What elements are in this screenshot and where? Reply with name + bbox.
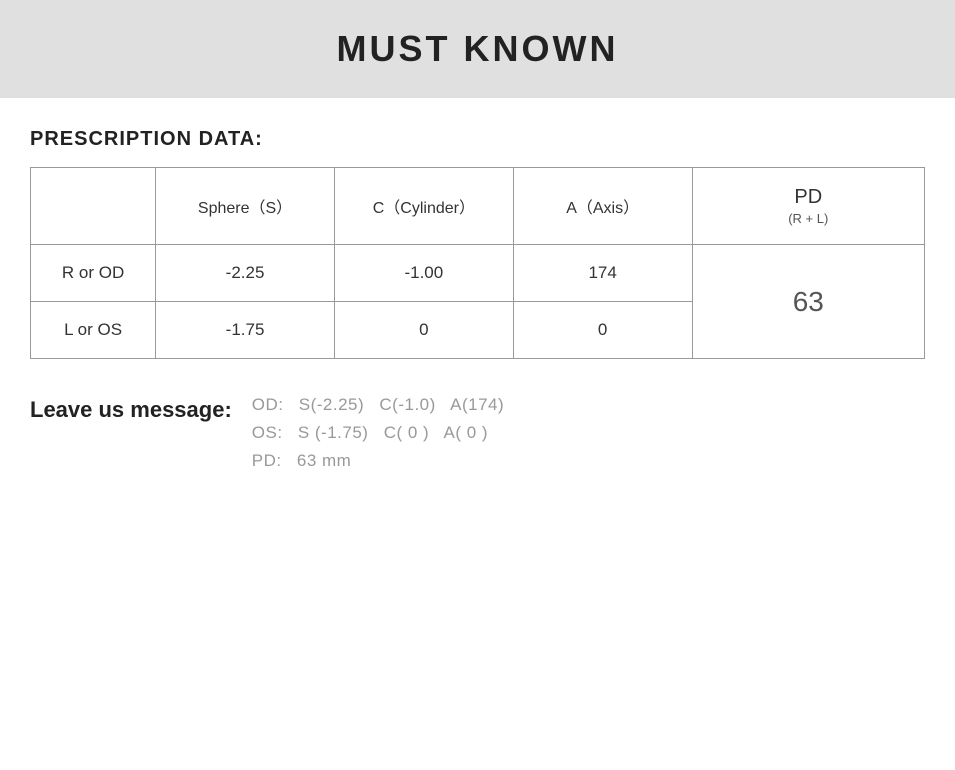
col-axis: A（Axis）	[513, 168, 692, 245]
pd-value-cell: 63	[692, 245, 924, 359]
col-sphere: Sphere（S）	[156, 168, 335, 245]
col-cylinder: C（Cylinder）	[334, 168, 513, 245]
prescription-table: Sphere（S） C（Cylinder） A（Axis） PD (R + L)…	[30, 167, 925, 359]
table-row-od: R or OD -2.25 -1.00 174 63	[31, 245, 925, 302]
header-banner: MUST KNOWN	[0, 0, 955, 98]
sphere-os: -1.75	[156, 302, 335, 359]
os-axis: A( 0 )	[443, 423, 488, 442]
message-line-pd: PD: 63 mm	[252, 451, 514, 471]
axis-od: 174	[513, 245, 692, 302]
row-label-od: R or OD	[31, 245, 156, 302]
od-cylinder: C(-1.0)	[379, 395, 435, 414]
message-details: OD: S(-2.25) C(-1.0) A(174) OS: S (-1.75…	[252, 395, 514, 471]
os-cylinder: C( 0 )	[384, 423, 430, 442]
section-title: PRESCRIPTION DATA:	[30, 128, 925, 151]
os-sphere: S (-1.75)	[298, 423, 369, 442]
sphere-od: -2.25	[156, 245, 335, 302]
message-line-os: OS: S (-1.75) C( 0 ) A( 0 )	[252, 423, 514, 443]
pd-prefix: PD:	[252, 451, 282, 470]
pd-mm-value: 63 mm	[297, 451, 351, 470]
pd-label: PD	[703, 186, 914, 209]
leave-label: Leave us message:	[30, 395, 232, 423]
col-empty	[31, 168, 156, 245]
os-prefix: OS:	[252, 423, 283, 442]
message-line-od: OD: S(-2.25) C(-1.0) A(174)	[252, 395, 514, 415]
axis-os: 0	[513, 302, 692, 359]
table-header-row: Sphere（S） C（Cylinder） A（Axis） PD (R + L)	[31, 168, 925, 245]
od-prefix: OD:	[252, 395, 284, 414]
cylinder-os: 0	[334, 302, 513, 359]
page-title: MUST KNOWN	[0, 28, 955, 70]
leave-message-section: Leave us message: OD: S(-2.25) C(-1.0) A…	[30, 395, 925, 471]
row-label-os: L or OS	[31, 302, 156, 359]
pd-sub-label: (R + L)	[703, 211, 914, 226]
od-axis: A(174)	[450, 395, 504, 414]
cylinder-od: -1.00	[334, 245, 513, 302]
col-pd: PD (R + L)	[692, 168, 924, 245]
od-sphere: S(-2.25)	[299, 395, 364, 414]
